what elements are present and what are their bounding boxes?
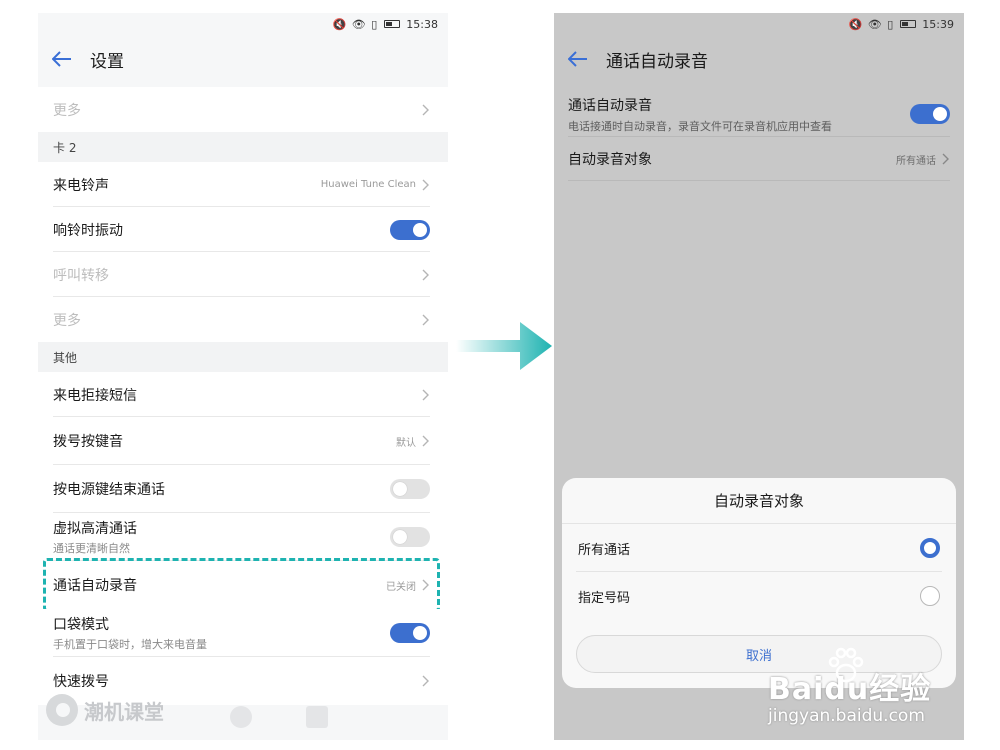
- record-target-dialog: 自动录音对象 所有通话 指定号码 取消: [562, 478, 956, 688]
- chevron-right-icon: [942, 153, 950, 165]
- status-time: 15:39: [922, 17, 954, 31]
- row-value: 所有通话: [896, 155, 936, 167]
- row-label: 更多: [53, 312, 81, 329]
- row-label: 按电源键结束通话: [53, 482, 165, 498]
- row-value: 默认: [396, 437, 416, 449]
- row-label: 通话自动录音: [568, 97, 652, 114]
- settings-row-power-end-call: 按电源键结束通话: [38, 465, 448, 513]
- chevron-right-icon: [422, 269, 430, 281]
- auto-record-screen: 🔇 👁 ▯ 15:39 通话自动录音 通话自动录音 电话接通时自动录音，录音文件…: [554, 13, 964, 740]
- row-label: 拨号按键音: [53, 434, 123, 450]
- baidu-watermark: Baidu经验 jingyan.baidu.com: [768, 647, 931, 726]
- settings-row-more-1[interactable]: 更多: [38, 87, 448, 132]
- settings-list: 更多 卡 2 来电铃声 Huawei Tune Clean 响铃时振动 呼叫转移…: [38, 87, 448, 705]
- chevron-right-icon: [422, 389, 430, 401]
- row-subtitle: 电话接通时自动录音，录音文件可在录音机应用中查看: [568, 119, 832, 133]
- row-label: 来电拒接短信: [53, 387, 137, 404]
- row-label: 口袋模式: [53, 617, 109, 633]
- record-target-row[interactable]: 自动录音对象 所有通话: [568, 137, 950, 181]
- settings-row-auto-record[interactable]: 通话自动录音 已关闭: [38, 558, 448, 612]
- page-title: 设置: [90, 51, 124, 72]
- chevron-right-icon: [422, 104, 430, 116]
- row-label: 响铃时振动: [53, 222, 123, 239]
- arrow-right-icon: [456, 322, 552, 370]
- recent-nav-icon: [306, 706, 328, 728]
- auto-record-row: 通话自动录音 电话接通时自动录音，录音文件可在录音机应用中查看: [568, 91, 950, 137]
- row-label: 呼叫转移: [53, 267, 109, 284]
- row-label: 自动录音对象: [568, 152, 652, 168]
- section-header-other: 其他: [38, 342, 448, 372]
- radio-checked-icon[interactable]: [920, 538, 940, 558]
- chevron-right-icon: [422, 435, 430, 447]
- settings-row-ringtone[interactable]: 来电铃声 Huawei Tune Clean: [38, 162, 448, 207]
- watermark-logo: 潮机课堂: [46, 694, 164, 726]
- settings-row-dial-tone[interactable]: 拨号按键音 默认: [38, 417, 448, 465]
- chevron-right-icon: [422, 579, 430, 591]
- watermark-text: 潮机课堂: [84, 699, 164, 724]
- hd-call-toggle[interactable]: [390, 527, 430, 547]
- row-label: 通话自动录音: [53, 578, 137, 594]
- row-subtitle: 通话更清晰自然: [53, 542, 130, 555]
- vibrate-toggle[interactable]: [390, 219, 430, 240]
- option-specified-numbers[interactable]: 指定号码: [562, 572, 956, 620]
- row-label: 快速拨号: [53, 674, 109, 690]
- battery-icon: [900, 20, 917, 28]
- back-arrow-icon[interactable]: [568, 48, 590, 70]
- chevron-right-icon: [422, 179, 430, 191]
- settings-row-more-2[interactable]: 更多: [38, 297, 448, 342]
- watermark-url: jingyan.baidu.com: [768, 706, 925, 726]
- status-bar: 🔇 👁 ▯ 15:39: [554, 13, 964, 35]
- title-bar: 通话自动录音: [554, 39, 964, 79]
- option-label: 指定号码: [578, 590, 631, 606]
- row-value: 已关闭: [386, 581, 416, 593]
- row-label: 虚拟高清通话: [53, 521, 137, 537]
- row-label: 更多: [53, 102, 81, 119]
- row-label: 来电铃声: [53, 177, 109, 194]
- pocket-mode-toggle[interactable]: [390, 623, 430, 643]
- settings-screen: 🔇 👁 ▯ 15:38 设置 更多 卡 2 来电铃声 Huawei Tune C…: [38, 13, 448, 740]
- settings-row-pocket-mode: 口袋模式 手机置于口袋时，增大来电音量: [38, 609, 448, 657]
- settings-row-call-forwarding[interactable]: 呼叫转移: [38, 252, 448, 297]
- paw-icon: [828, 647, 864, 683]
- status-icons: 🔇 👁 ▯: [332, 17, 379, 31]
- page-title: 通话自动录音: [606, 51, 708, 72]
- watermark-logo-icon: [46, 694, 78, 726]
- dialog-title: 自动录音对象: [562, 478, 956, 524]
- power-end-call-toggle[interactable]: [390, 479, 430, 499]
- settings-row-reject-sms[interactable]: 来电拒接短信: [38, 372, 448, 417]
- back-arrow-icon[interactable]: [52, 48, 74, 70]
- section-header-sim2: 卡 2: [38, 132, 448, 162]
- option-all-calls[interactable]: 所有通话: [562, 524, 956, 572]
- option-label: 所有通话: [578, 542, 631, 558]
- chevron-right-icon: [422, 675, 430, 687]
- row-subtitle: 手机置于口袋时，增大来电音量: [53, 638, 207, 651]
- auto-record-toggle[interactable]: [910, 104, 950, 124]
- settings-row-hd-call: 虚拟高清通话 通话更清晰自然: [38, 513, 448, 561]
- status-icons: 🔇 👁 ▯: [848, 17, 895, 31]
- chevron-right-icon: [422, 314, 430, 326]
- status-time: 15:38: [406, 17, 438, 31]
- status-bar: 🔇 👁 ▯ 15:38: [38, 13, 448, 35]
- home-nav-icon: [230, 706, 252, 728]
- battery-icon: [384, 20, 401, 28]
- row-value: Huawei Tune Clean: [320, 179, 416, 190]
- settings-row-vibrate: 响铃时振动: [38, 207, 448, 252]
- radio-unchecked-icon[interactable]: [920, 586, 940, 606]
- title-bar: 设置: [38, 39, 448, 79]
